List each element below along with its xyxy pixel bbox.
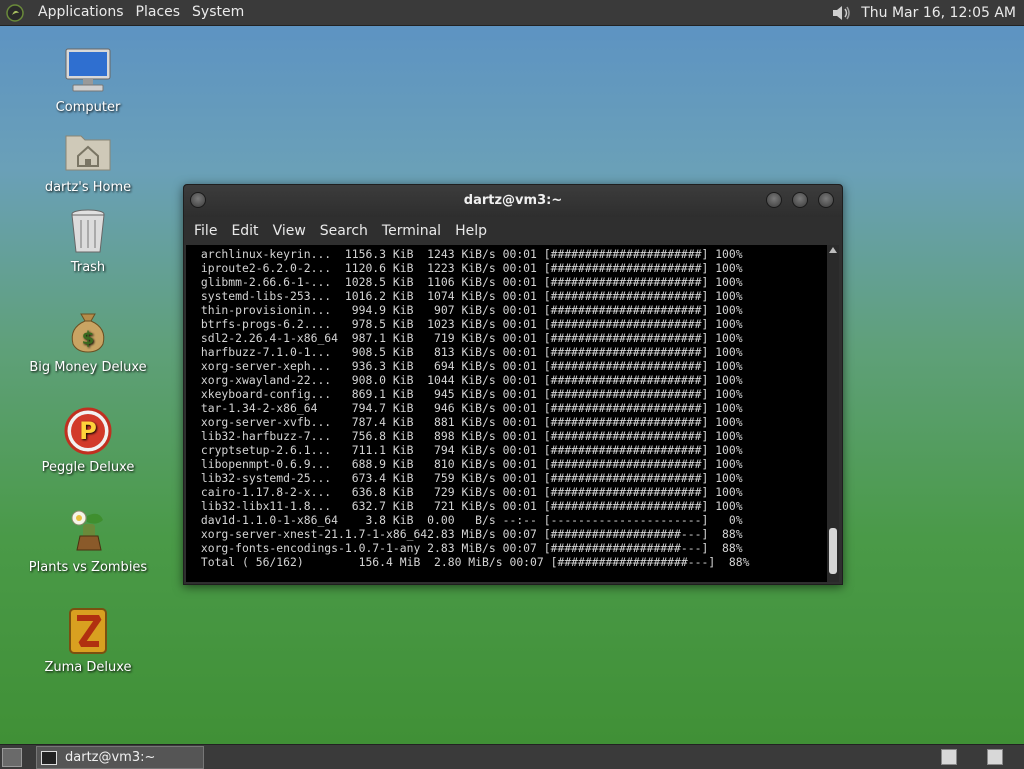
- clock[interactable]: Thu Mar 16, 12:05 AM: [861, 5, 1016, 21]
- workspace-switcher-2[interactable]: [987, 749, 1003, 765]
- menu-applications[interactable]: Applications: [32, 0, 130, 25]
- desktop-icon-label: Plants vs Zombies: [28, 560, 148, 575]
- scroll-up-arrow-icon[interactable]: [829, 247, 837, 253]
- desktop-icon-trash[interactable]: Trash: [13, 206, 163, 275]
- desktop-icon-label: Trash: [70, 260, 106, 275]
- scrollbar-thumb[interactable]: [829, 528, 837, 574]
- menu-places[interactable]: Places: [130, 0, 187, 25]
- close-button[interactable]: [818, 192, 834, 208]
- svg-text:$: $: [82, 328, 95, 349]
- menu-search[interactable]: Search: [313, 223, 375, 239]
- home-folder-icon: [65, 135, 111, 171]
- menu-view[interactable]: View: [266, 223, 313, 239]
- terminal-icon: [41, 750, 57, 765]
- workspace-switcher-1[interactable]: [941, 749, 957, 765]
- menu-system[interactable]: System: [186, 0, 250, 25]
- desktop-icon-peggle[interactable]: P Peggle Deluxe: [13, 406, 163, 475]
- plants-icon: [71, 510, 103, 551]
- computer-icon: [65, 48, 111, 92]
- desktop-icon-big-money[interactable]: $ Big Money Deluxe: [13, 306, 163, 375]
- window-menubar: File Edit View Search Terminal Help: [184, 217, 842, 245]
- top-panel: Applications Places System Thu Mar 16, 1…: [0, 0, 1024, 26]
- desktop-icon-plants-vs-zombies[interactable]: Plants vs Zombies: [13, 506, 163, 575]
- desktop-icon-label: Computer: [55, 100, 121, 115]
- minimize-button[interactable]: [766, 192, 782, 208]
- menu-edit[interactable]: Edit: [224, 223, 265, 239]
- desktop-icon-zuma[interactable]: Zuma Deluxe: [13, 606, 163, 675]
- desktop-icon-home[interactable]: dartz's Home: [13, 126, 163, 195]
- terminal-text: archlinux-keyrin... 1156.3 KiB 1243 KiB/…: [200, 247, 750, 569]
- terminal-window[interactable]: dartz@vm3:~ File Edit View Search Termin…: [183, 184, 843, 585]
- bottom-panel: dartz@vm3:~: [0, 744, 1024, 769]
- terminal-scrollbar[interactable]: [827, 245, 839, 582]
- gnome-foot-icon[interactable]: [6, 3, 24, 22]
- taskbar-terminal-button[interactable]: dartz@vm3:~: [36, 746, 204, 769]
- maximize-button[interactable]: [792, 192, 808, 208]
- volume-icon[interactable]: [831, 3, 853, 23]
- svg-text:P: P: [79, 417, 97, 445]
- desktop-icon-label: Big Money Deluxe: [29, 360, 147, 375]
- money-bag-icon: $: [71, 313, 105, 353]
- desktop-icon-label: dartz's Home: [44, 180, 132, 195]
- zuma-icon: [69, 608, 107, 654]
- show-desktop-icon[interactable]: [2, 748, 22, 767]
- menu-help[interactable]: Help: [448, 223, 494, 239]
- terminal-output[interactable]: archlinux-keyrin... 1156.3 KiB 1243 KiB/…: [186, 245, 827, 582]
- window-title: dartz@vm3:~: [463, 193, 563, 208]
- desktop-icon-label: Peggle Deluxe: [41, 460, 135, 475]
- menu-terminal[interactable]: Terminal: [375, 223, 448, 239]
- peggle-icon: P: [64, 407, 112, 455]
- window-titlebar[interactable]: dartz@vm3:~: [184, 185, 842, 217]
- desktop-icon-label: Zuma Deluxe: [44, 660, 132, 675]
- desktop-icon-computer[interactable]: Computer: [13, 46, 163, 115]
- trash-icon: [71, 209, 105, 253]
- menu-file[interactable]: File: [187, 223, 224, 239]
- taskbar-label: dartz@vm3:~: [65, 750, 156, 765]
